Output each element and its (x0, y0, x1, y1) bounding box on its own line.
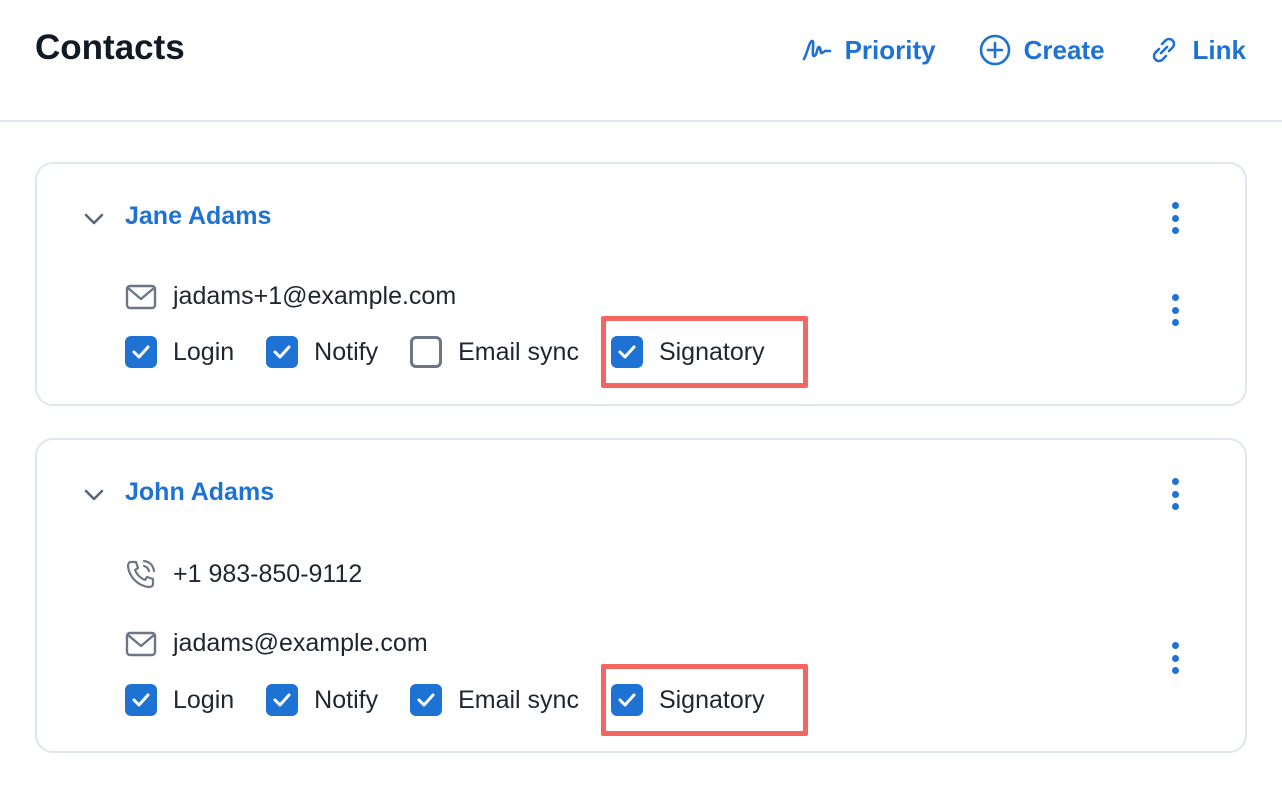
permission-checks: Login Notify Email sync Signatory (125, 684, 797, 716)
checkbox-label: Signatory (658, 685, 765, 714)
contact-email: jadams+1@example.com (173, 282, 457, 310)
signature-icon (802, 39, 831, 61)
contact-email: jadams@example.com (173, 629, 428, 657)
create-button[interactable]: Create (978, 30, 1105, 70)
link-label: Link (1192, 34, 1246, 65)
signatory-checkbox[interactable]: Signatory (610, 684, 765, 716)
email-sync-checkbox[interactable]: Email sync (410, 336, 579, 368)
email-row: jadams+1@example.com (125, 282, 456, 311)
plus-circle-icon (979, 34, 1010, 66)
checkbox-checked[interactable] (610, 336, 643, 368)
contact-more-icon[interactable] (1164, 475, 1186, 513)
email-more-icon[interactable] (1164, 639, 1186, 677)
checkbox-checked[interactable] (125, 684, 157, 716)
create-label: Create (1023, 34, 1105, 65)
notify-checkbox[interactable]: Notify (266, 336, 378, 368)
link-button[interactable]: Link (1147, 30, 1246, 70)
header-actions: Priority Create Link (801, 30, 1246, 70)
checkbox-unchecked[interactable] (410, 336, 443, 368)
permission-checks: Login Notify Email sync Signatory (125, 336, 797, 368)
contact-phone: +1 983-850-9112 (173, 559, 363, 588)
checkbox-label: Email sync (458, 685, 579, 714)
checkbox-checked[interactable] (266, 684, 299, 716)
chevron-down-icon[interactable] (81, 482, 107, 508)
link-icon (1152, 37, 1175, 63)
contact-card: Jane Adams jadams+1@example.com Login No… (35, 162, 1247, 406)
contact-name[interactable]: John Adams (125, 478, 274, 507)
checkbox-label: Signatory (658, 337, 765, 366)
login-checkbox[interactable]: Login (125, 684, 234, 716)
page-title: Contacts (35, 28, 185, 67)
chevron-down-icon[interactable] (81, 206, 107, 232)
contact-card: John Adams +1 983-850-9112 jadams@exampl… (35, 438, 1247, 753)
checkbox-label: Login (173, 685, 235, 714)
checkbox-label: Notify (314, 685, 379, 714)
page-header: Contacts Priority Create Link (0, 0, 1282, 122)
signatory-checkbox[interactable]: Signatory (610, 336, 765, 368)
contact-more-icon[interactable] (1164, 199, 1186, 237)
email-row: jadams@example.com (125, 629, 428, 658)
mail-icon (125, 631, 157, 656)
priority-label: Priority (844, 34, 936, 65)
email-more-icon[interactable] (1164, 291, 1186, 329)
email-sync-checkbox[interactable]: Email sync (410, 684, 579, 716)
checkbox-label: Notify (314, 337, 379, 366)
priority-button[interactable]: Priority (801, 30, 936, 70)
phone-icon (126, 559, 156, 589)
phone-row: +1 983-850-9112 (125, 558, 362, 590)
checkbox-checked[interactable] (266, 336, 299, 368)
checkbox-checked[interactable] (610, 684, 643, 716)
checkbox-checked[interactable] (410, 684, 443, 716)
login-checkbox[interactable]: Login (125, 336, 234, 368)
notify-checkbox[interactable]: Notify (266, 684, 378, 716)
contact-name[interactable]: Jane Adams (125, 202, 271, 231)
checkbox-label: Email sync (458, 337, 579, 366)
mail-icon (125, 284, 157, 309)
checkbox-checked[interactable] (125, 336, 157, 368)
checkbox-label: Login (173, 337, 235, 366)
